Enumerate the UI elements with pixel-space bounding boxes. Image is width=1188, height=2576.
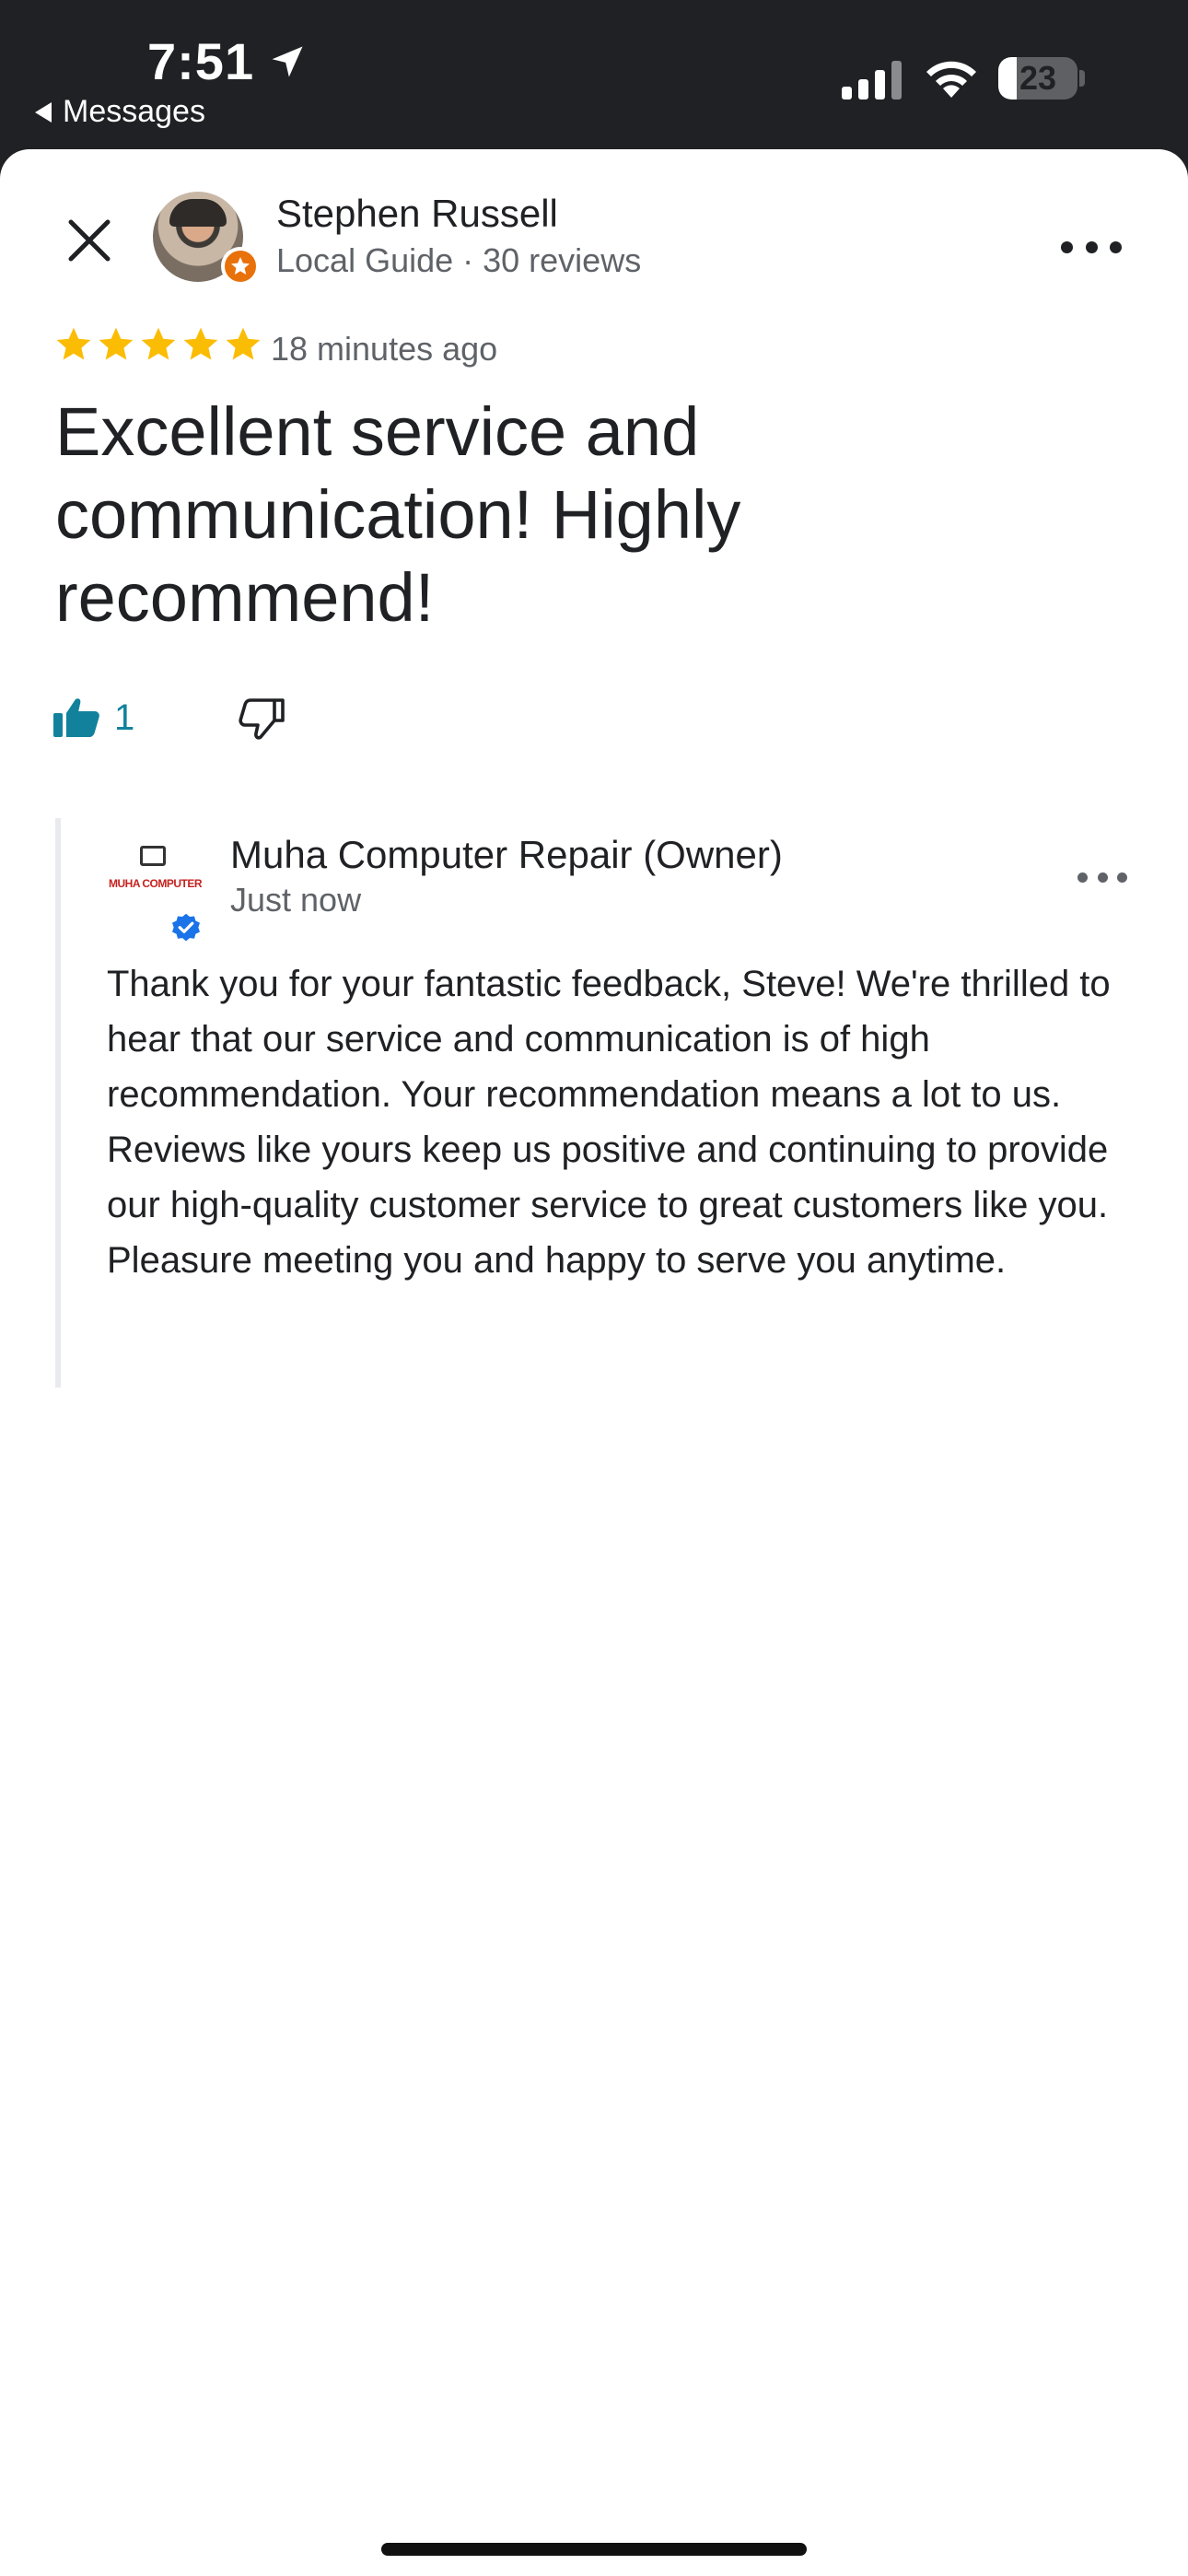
badge-star-icon — [231, 257, 250, 275]
clock: 7:51 — [147, 31, 308, 91]
star-icon — [183, 327, 218, 360]
battery-cap — [1079, 70, 1085, 87]
star-rating — [53, 324, 263, 365]
more-dot — [1117, 872, 1127, 883]
like-button[interactable]: 1 — [53, 697, 134, 739]
more-dot — [1097, 872, 1108, 883]
thumbs-up-icon — [53, 698, 99, 737]
more-dot — [1077, 872, 1088, 883]
review-sheet: Stephen Russell Local Guide · 30 reviews… — [0, 149, 1188, 2576]
business-logo[interactable]: MUHA COMPUTER — [107, 838, 203, 921]
owner-reply-time: Just now — [230, 881, 362, 919]
business-logo-text: MUHA COMPUTER — [109, 877, 203, 890]
signal-icon — [842, 61, 902, 100]
more-options-button[interactable] — [1061, 228, 1122, 265]
wifi-icon — [926, 61, 976, 98]
avatar-cap — [169, 199, 227, 227]
more-dot — [1085, 240, 1098, 253]
star-icon — [56, 327, 91, 360]
dislike-button[interactable] — [238, 697, 285, 745]
reply-more-options-button[interactable] — [1077, 866, 1127, 888]
reviewer-name[interactable]: Stephen Russell — [276, 192, 558, 236]
star-icon — [226, 327, 261, 360]
star-icon — [141, 327, 176, 360]
reviewer-meta: Local Guide · 30 reviews — [276, 241, 642, 279]
local-guide-star-icon — [221, 247, 260, 286]
thumbs-down-icon — [239, 698, 285, 740]
star-icon — [99, 327, 134, 360]
like-count: 1 — [114, 697, 135, 738]
close-button[interactable] — [57, 208, 122, 273]
computer-monitor-icon — [140, 846, 166, 866]
verified-check-icon — [172, 913, 200, 942]
close-icon — [68, 219, 111, 262]
review-title: Excellent service and communication! Hig… — [55, 393, 741, 636]
review-time: 18 minutes ago — [271, 330, 498, 368]
home-indicator[interactable] — [381, 2543, 807, 2556]
more-dot — [1061, 240, 1073, 253]
battery-icon: 23 — [998, 57, 1077, 100]
back-triangle-icon — [35, 101, 52, 123]
location-arrow-icon — [272, 46, 303, 76]
clock-time: 7:51 — [147, 32, 255, 90]
status-bar: 7:51 Messages 23 — [0, 0, 1188, 149]
owner-reply-text: Thank you for your fantastic feedback, S… — [107, 964, 1111, 1281]
battery-level: 23 — [1019, 59, 1057, 97]
owner-name: Muha Computer Repair (Owner) — [230, 833, 783, 876]
back-to-messages[interactable]: Messages — [35, 94, 205, 130]
back-app-label: Messages — [63, 94, 205, 129]
owner-reply: MUHA COMPUTER Muha Computer Repair (Owne… — [55, 818, 1142, 1388]
more-dot — [1110, 240, 1122, 253]
